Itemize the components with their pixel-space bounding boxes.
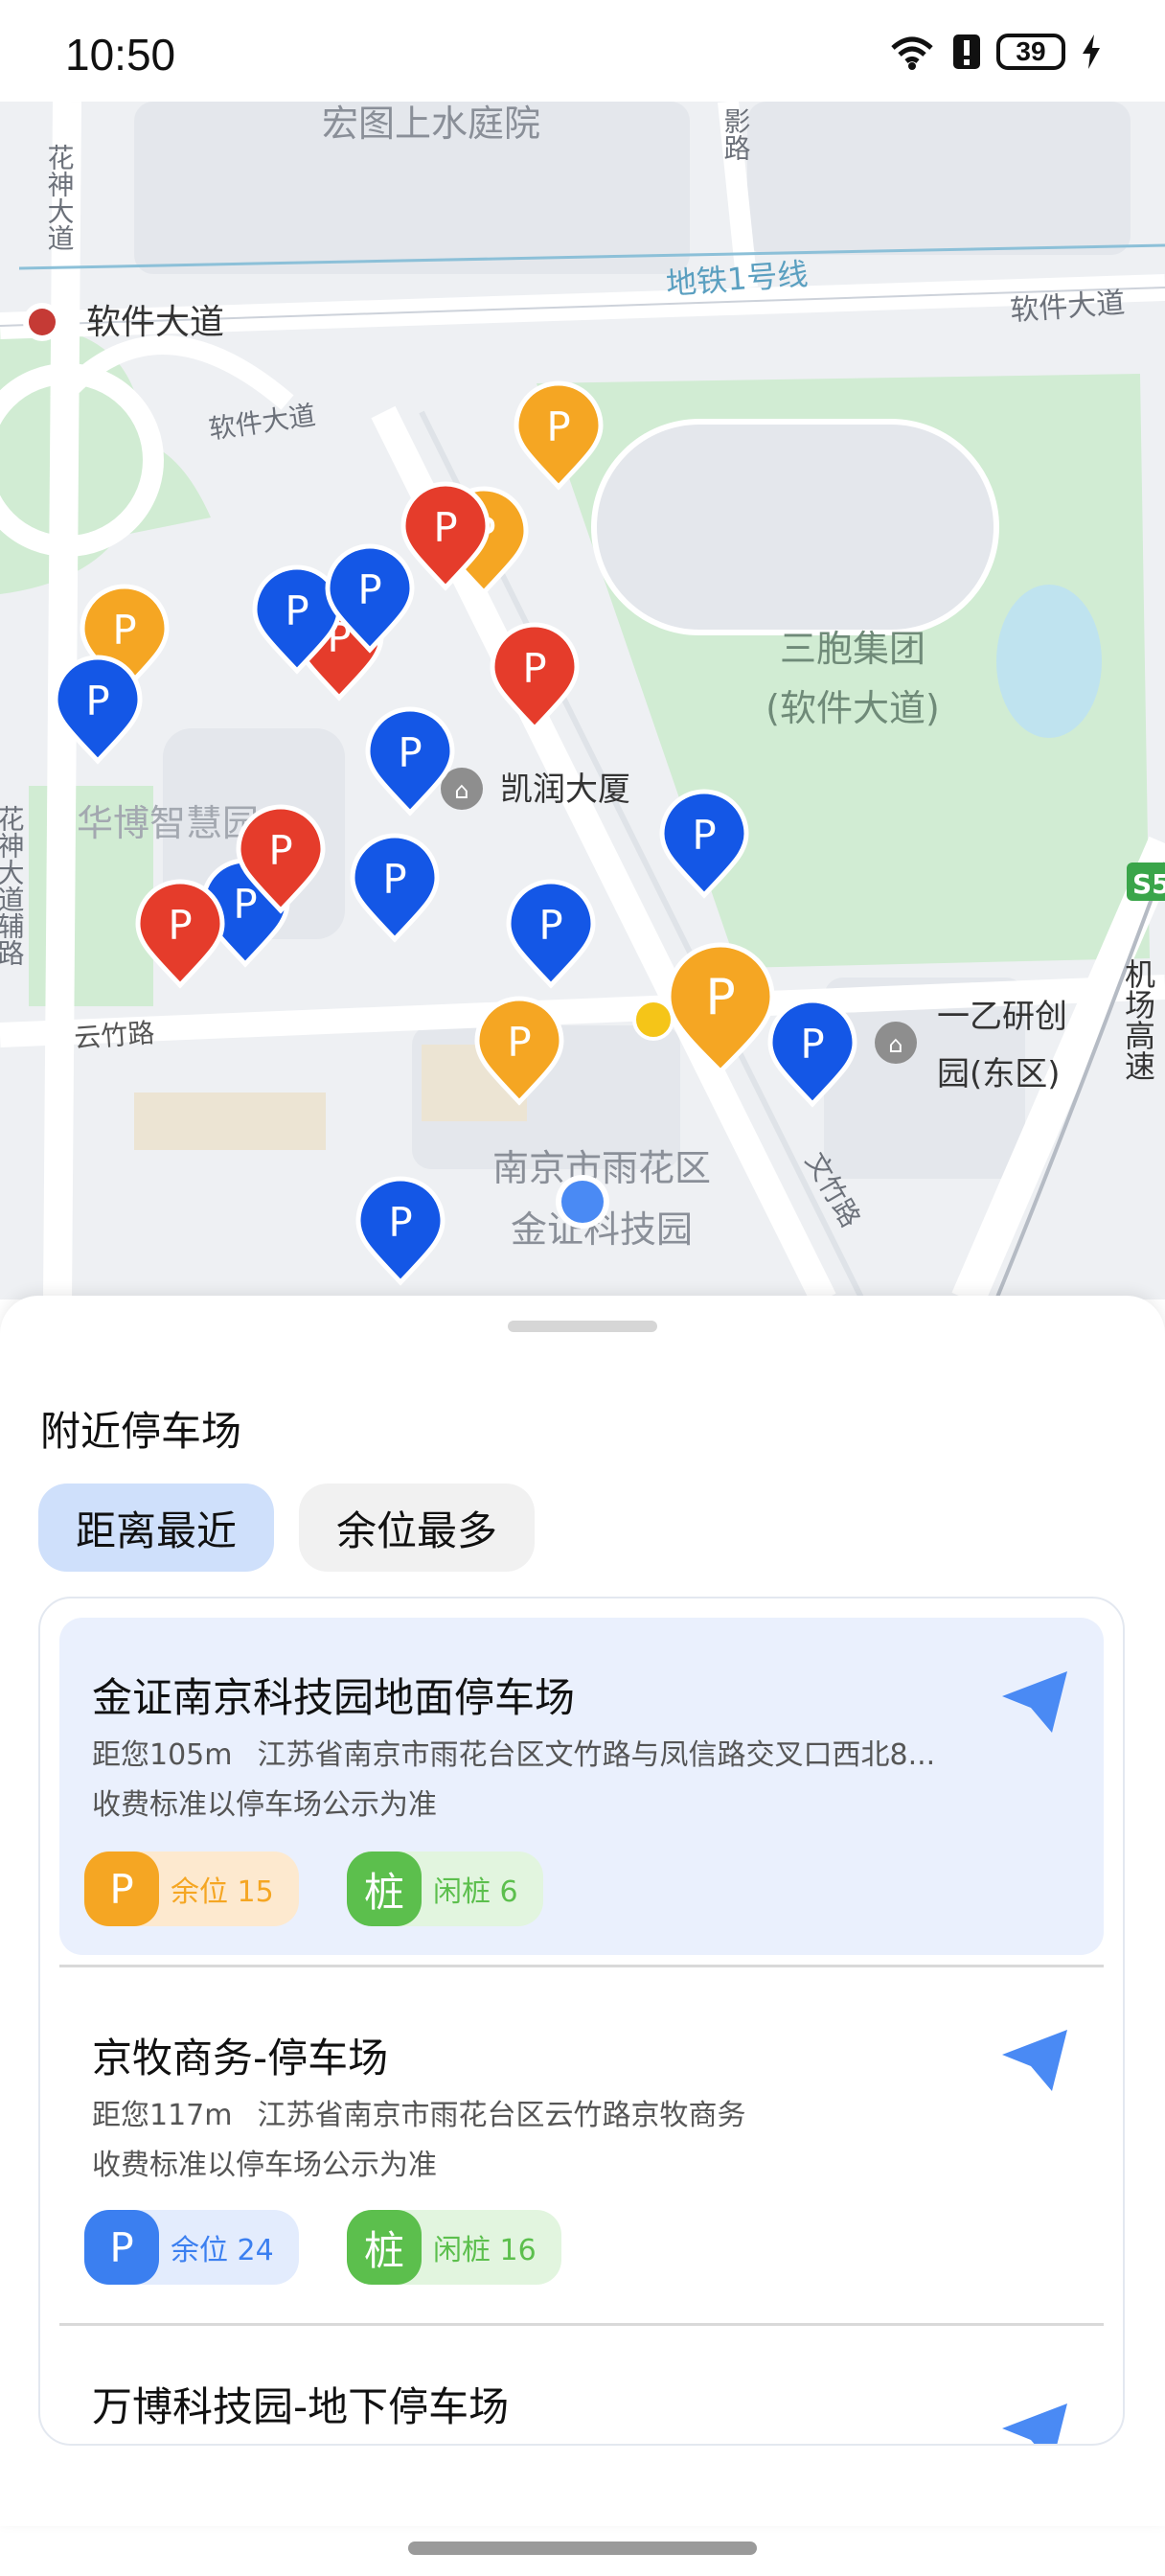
navigate-icon[interactable] xyxy=(998,2026,1071,2095)
lot-name: 万博科技园-地下停车场 xyxy=(92,2383,510,2430)
svg-text:P: P xyxy=(233,881,257,928)
map-label-sanbao-1: 三胞集团 xyxy=(780,628,925,670)
lot-name: 京牧商务-停车场 xyxy=(92,2035,389,2082)
map-label-road-huashen-fudao: 花神大道辅路 xyxy=(0,805,26,966)
navigate-icon[interactable] xyxy=(998,2400,1071,2446)
parking-list[interactable]: 金证南京科技园地面停车场 距您105m 江苏省南京市雨花台区文竹路与凤信路交叉口西… xyxy=(38,1597,1125,2446)
svg-text:P: P xyxy=(507,1019,531,1066)
sheet-drag-handle[interactable] xyxy=(508,1321,657,1332)
map-label-yiyi-1: 一乙研创 xyxy=(937,998,1067,1036)
parking-icon: P xyxy=(84,1852,159,1926)
svg-text:P: P xyxy=(522,645,546,692)
map-label-edge: 机场高速 xyxy=(1120,958,1156,1081)
map-label-sanbao-2: (软件大道) xyxy=(765,687,940,729)
status-icons: 39 xyxy=(887,33,1102,71)
lot-distance: 距您117m xyxy=(92,2099,233,2132)
svg-text:P: P xyxy=(285,587,308,634)
map-label-highway: S5 xyxy=(1132,868,1165,900)
lot-fee: 收费标准以停车场公示为准 xyxy=(92,1788,437,1822)
svg-text:P: P xyxy=(546,403,570,450)
metro-station-icon xyxy=(29,309,56,335)
status-time: 10:50 xyxy=(65,30,176,80)
map-canvas[interactable]: 宏图上水庭院 花神大道 影路 地铁1号线 软件大道 软件大道 软件大道 三胞集团… xyxy=(0,102,1165,1300)
svg-text:P: P xyxy=(268,827,292,874)
map-label-huabo: 华博智慧园 xyxy=(77,802,259,844)
building-icon-2: ⌂ xyxy=(888,1031,902,1058)
svg-text:P: P xyxy=(692,812,716,859)
map-label-residence: 宏图上水庭院 xyxy=(322,103,540,145)
building-icon: ⌂ xyxy=(454,777,468,804)
map-label-road-yunzhu: 云竹路 xyxy=(73,1017,155,1054)
tab-nearest[interactable]: 距离最近 xyxy=(38,1484,274,1572)
parking-spaces-badge: P 余位 24 xyxy=(84,2210,299,2285)
parking-list-item[interactable]: 万博科技园-地下停车场 xyxy=(59,2333,1104,2446)
battery-level: 39 xyxy=(996,34,1065,70)
svg-text:P: P xyxy=(112,607,136,654)
parking-list-item[interactable]: 金证南京科技园地面停车场 距您105m 江苏省南京市雨花台区文竹路与凤信路交叉口西… xyxy=(59,1618,1104,1955)
map-label-metro-station: 软件大道 xyxy=(86,303,224,342)
svg-text:P: P xyxy=(433,504,457,551)
svg-text:P: P xyxy=(382,856,406,903)
shop-icon xyxy=(632,999,674,1041)
parking-list-item[interactable]: 京牧商务-停车场 距您117m 江苏省南京市雨花台区云竹路京牧商务 收费标准以停车… xyxy=(59,1974,1104,2310)
alert-icon xyxy=(953,34,980,69)
lot-address: 江苏省南京市雨花台区文竹路与凤信路交叉口西北8... xyxy=(257,1738,936,1772)
tab-most-spaces[interactable]: 余位最多 xyxy=(299,1484,535,1572)
parking-spaces-badge: P 余位 15 xyxy=(84,1852,299,1926)
status-bar: 10:50 39 xyxy=(0,0,1165,102)
navigate-icon[interactable] xyxy=(998,1668,1071,1736)
svg-text:P: P xyxy=(357,566,381,613)
map-label-road-huashen: 花神大道 xyxy=(44,144,76,251)
lot-meta: 距您117m 江苏省南京市雨花台区云竹路京牧商务 xyxy=(92,2091,983,2133)
map-label-jinzheng-1: 南京市雨花区 xyxy=(492,1147,711,1189)
svg-text:P: P xyxy=(538,902,562,949)
svg-text:P: P xyxy=(398,729,422,776)
charger-icon: 桩 xyxy=(347,1852,422,1926)
lot-fee: 收费标准以停车场公示为准 xyxy=(92,2149,437,2182)
lot-name: 金证南京科技园地面停车场 xyxy=(92,1674,576,1721)
svg-text:P: P xyxy=(168,902,192,949)
list-divider xyxy=(59,2323,1104,2326)
lot-address: 江苏省南京市雨花台区云竹路京牧商务 xyxy=(257,2099,746,2132)
parking-spaces-label: 余位 24 xyxy=(171,2234,274,2267)
charger-label: 闲桩 16 xyxy=(433,2234,537,2267)
parking-icon: P xyxy=(84,2210,159,2285)
lot-distance: 距您105m xyxy=(92,1738,233,1772)
svg-text:P: P xyxy=(800,1021,824,1068)
map-label-kairun: 凯润大厦 xyxy=(500,770,630,809)
sheet-title: 附近停车场 xyxy=(40,1408,242,1455)
current-location-icon xyxy=(561,1181,604,1223)
svg-text:P: P xyxy=(705,969,735,1026)
charger-badge: 桩 闲桩 16 xyxy=(347,2210,561,2285)
bottom-sheet[interactable]: 附近停车场 距离最近 余位最多 金证南京科技园地面停车场 距您105m 江苏省南京… xyxy=(0,1296,1165,2526)
map-view[interactable]: 宏图上水庭院 花神大道 影路 地铁1号线 软件大道 软件大道 软件大道 三胞集团… xyxy=(0,102,1165,1300)
wifi-icon xyxy=(891,36,933,70)
map-label-road-ying: 影路 xyxy=(720,107,752,161)
list-divider xyxy=(59,1965,1104,1967)
charging-icon xyxy=(1083,34,1100,69)
svg-text:P: P xyxy=(85,678,109,724)
svg-text:P: P xyxy=(388,1199,412,1246)
lot-meta: 距您105m 江苏省南京市雨花台区文竹路与凤信路交叉口西北8... xyxy=(92,1731,983,1773)
parking-spaces-label: 余位 15 xyxy=(171,1875,274,1909)
charger-badge: 桩 闲桩 6 xyxy=(347,1852,543,1926)
charger-icon: 桩 xyxy=(347,2210,422,2285)
charger-label: 闲桩 6 xyxy=(433,1875,518,1909)
map-label-yiyi-2: 园(东区) xyxy=(937,1055,1061,1093)
home-indicator[interactable] xyxy=(408,2542,757,2555)
